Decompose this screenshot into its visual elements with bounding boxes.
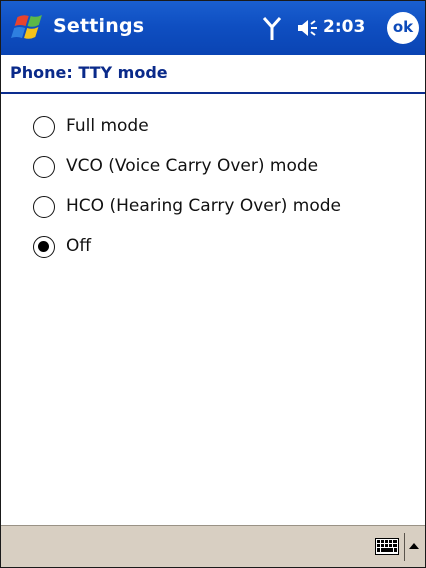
title-bar: Settings 2:03 ok <box>1 1 425 55</box>
option-label: VCO (Voice Carry Over) mode <box>66 156 319 176</box>
keyboard-icon[interactable] <box>375 538 399 555</box>
radio-full-mode[interactable] <box>33 116 55 138</box>
header-divider <box>1 92 425 94</box>
antenna-icon[interactable] <box>262 15 282 41</box>
radio-off[interactable] <box>33 236 55 258</box>
app-title: Settings <box>53 15 145 37</box>
option-full-mode[interactable]: Full mode <box>33 113 413 143</box>
clock[interactable]: 2:03 <box>323 17 365 37</box>
option-hco-mode[interactable]: HCO (Hearing Carry Over) mode <box>33 193 413 223</box>
menu-bar-divider <box>404 533 405 561</box>
up-arrow-icon[interactable] <box>408 541 420 551</box>
radio-hco-mode[interactable] <box>33 196 55 218</box>
ok-button[interactable]: ok <box>387 12 419 44</box>
option-vco-mode[interactable]: VCO (Voice Carry Over) mode <box>33 153 413 183</box>
option-label: Full mode <box>66 116 149 136</box>
option-off[interactable]: Off <box>33 233 413 263</box>
radio-vco-mode[interactable] <box>33 156 55 178</box>
windows-flag-icon[interactable] <box>9 10 45 46</box>
option-label: HCO (Hearing Carry Over) mode <box>66 196 341 216</box>
page-header: Phone: TTY mode <box>1 55 425 93</box>
option-label: Off <box>66 236 92 256</box>
menu-bar <box>1 525 425 567</box>
speaker-icon[interactable] <box>297 18 321 38</box>
page-title: Phone: TTY mode <box>10 63 168 82</box>
phone-screen: Settings 2:03 ok Phone: TTY mode Full mo… <box>0 0 426 568</box>
